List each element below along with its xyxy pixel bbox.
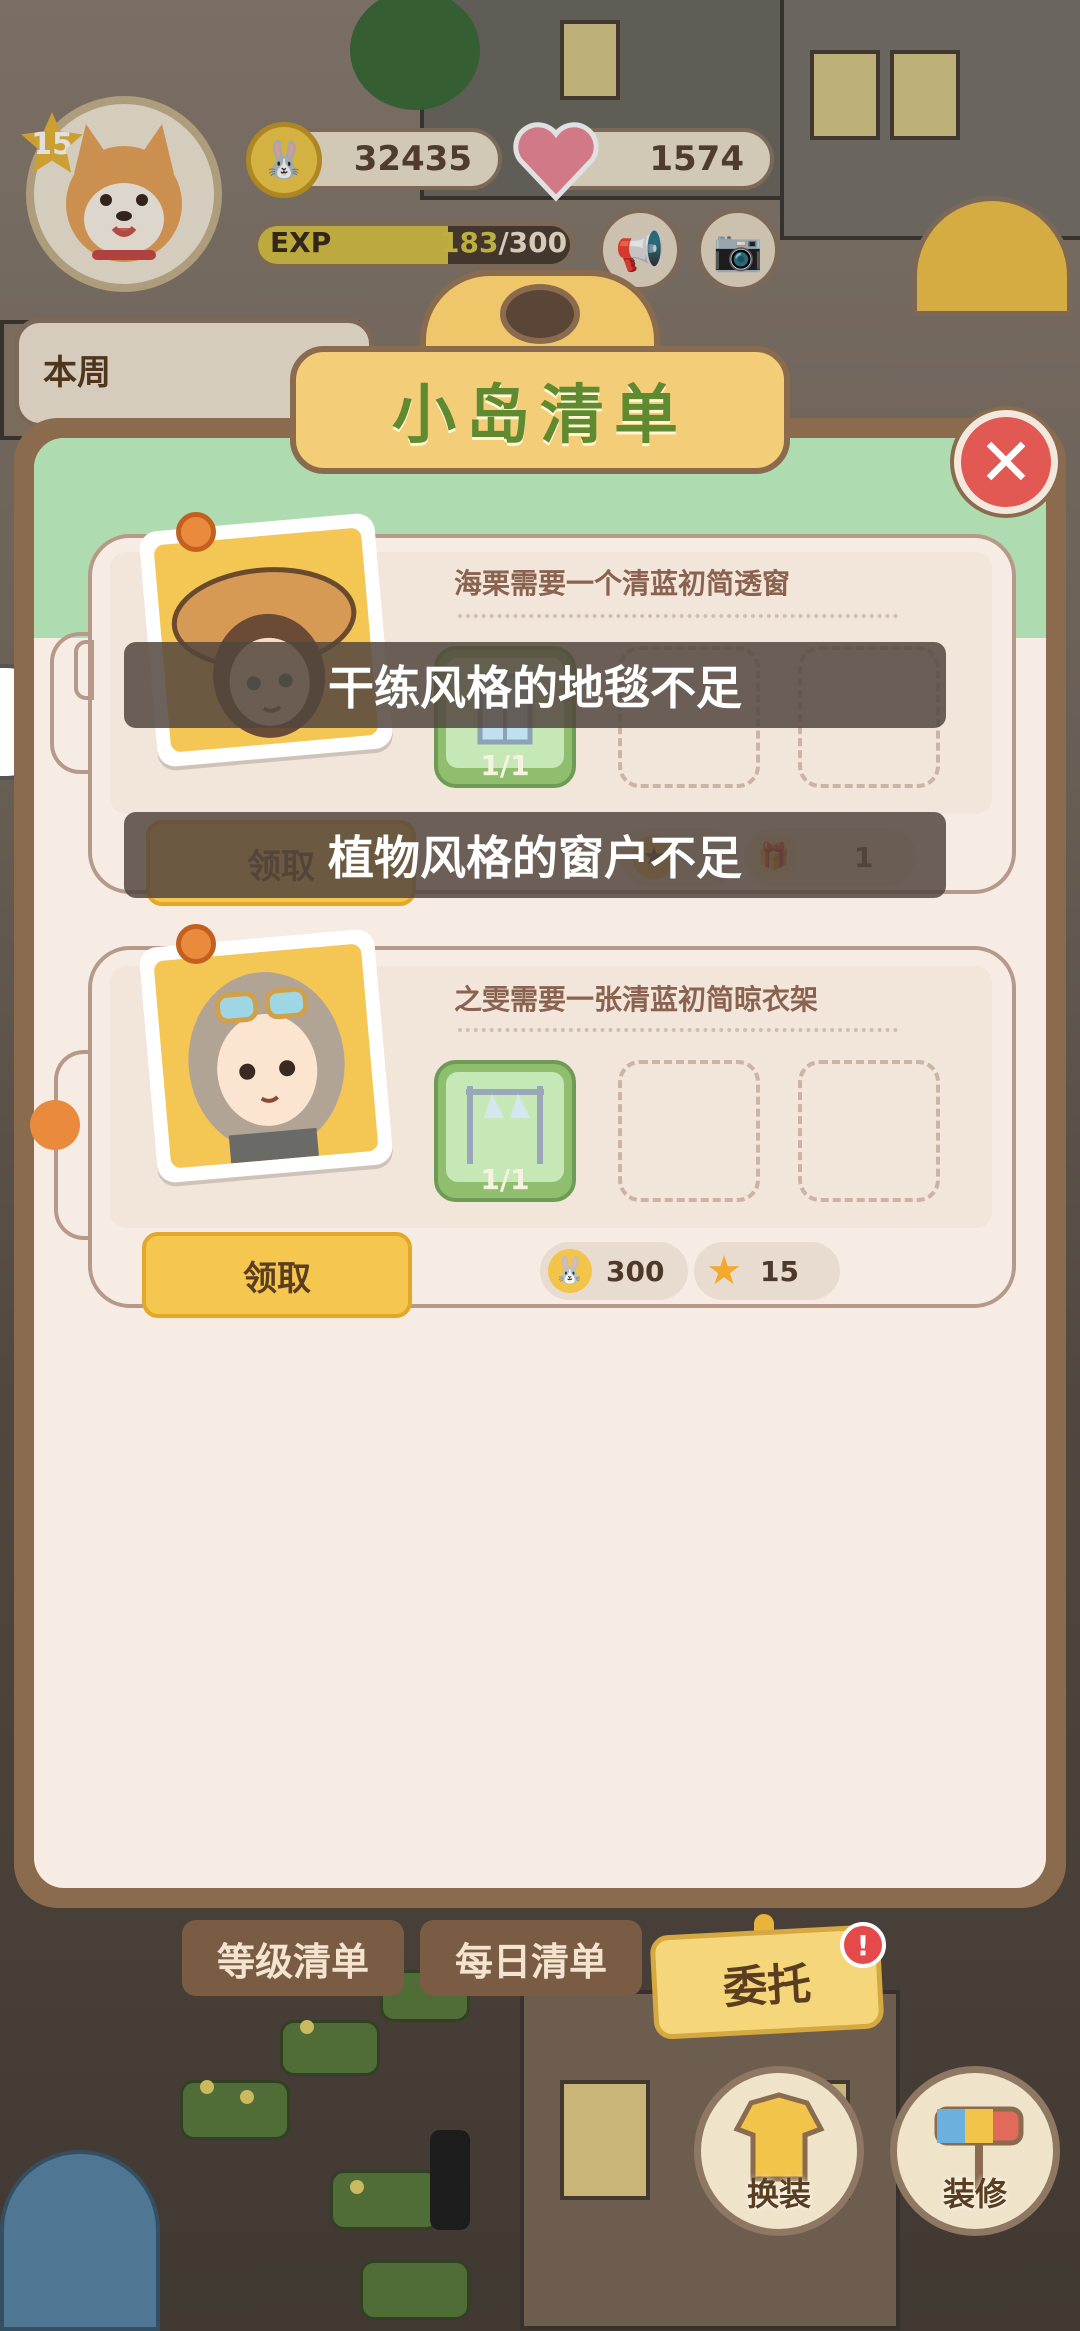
item-slot-clothes-rack[interactable]: 1/1	[434, 1060, 576, 1202]
reward-stars-amount: 15	[760, 1254, 799, 1288]
alert-badge-icon: !	[840, 1922, 886, 1968]
tab-daily-list[interactable]: 每日清单	[420, 1920, 642, 1996]
panel-title: 小岛清单	[392, 379, 688, 453]
tab-label: 委托	[721, 1958, 813, 2015]
character-zhiwen-icon	[188, 972, 345, 1164]
decorate-button[interactable]: 装修	[890, 2066, 1060, 2236]
outfit-label: 换装	[746, 2175, 811, 2213]
request-text: 之雯需要一张清蓝初简晾衣架	[454, 983, 819, 1016]
title-board: 小岛清单	[290, 346, 790, 474]
close-button[interactable]: ✕	[954, 410, 1058, 514]
tab-label: 等级清单	[216, 1939, 369, 1984]
tab-level-list[interactable]: 等级清单	[182, 1920, 404, 1996]
toast-message: 干练风格的地毯不足	[124, 642, 946, 728]
item-slot-empty	[798, 1060, 940, 1202]
claim-button[interactable]: 领取	[142, 1232, 412, 1318]
reward-coins: 🐰 300	[540, 1242, 688, 1300]
star-icon: ★	[706, 1248, 742, 1294]
claim-label: 领取	[243, 1258, 311, 1299]
title-hole	[500, 284, 580, 344]
reward-stars: ★ 15	[694, 1242, 840, 1300]
toast-text: 植物风格的窗户不足	[328, 831, 742, 885]
tab-label: 每日清单	[454, 1939, 607, 1984]
slot-count: 1/1	[480, 1163, 530, 1196]
character-portrait-zhiwen	[138, 928, 394, 1184]
item-slot-empty	[618, 1060, 760, 1202]
toast-text: 干练风格的地毯不足	[328, 661, 742, 715]
toast-message: 植物风格的窗户不足	[124, 812, 946, 898]
slot-count: 1/1	[480, 749, 530, 782]
pushpin-icon	[176, 512, 216, 552]
character-portrait-haili	[138, 512, 394, 768]
decorate-label: 装修	[942, 2175, 1007, 2213]
close-icon: ✕	[978, 423, 1034, 501]
request-text: 海栗需要一个清蓝初简透窗	[454, 567, 791, 600]
outfit-button[interactable]: 换装	[694, 2066, 864, 2236]
coin-icon: 🐰	[548, 1249, 592, 1293]
reward-coins-amount: 300	[606, 1254, 665, 1288]
pushpin-icon	[176, 924, 216, 964]
